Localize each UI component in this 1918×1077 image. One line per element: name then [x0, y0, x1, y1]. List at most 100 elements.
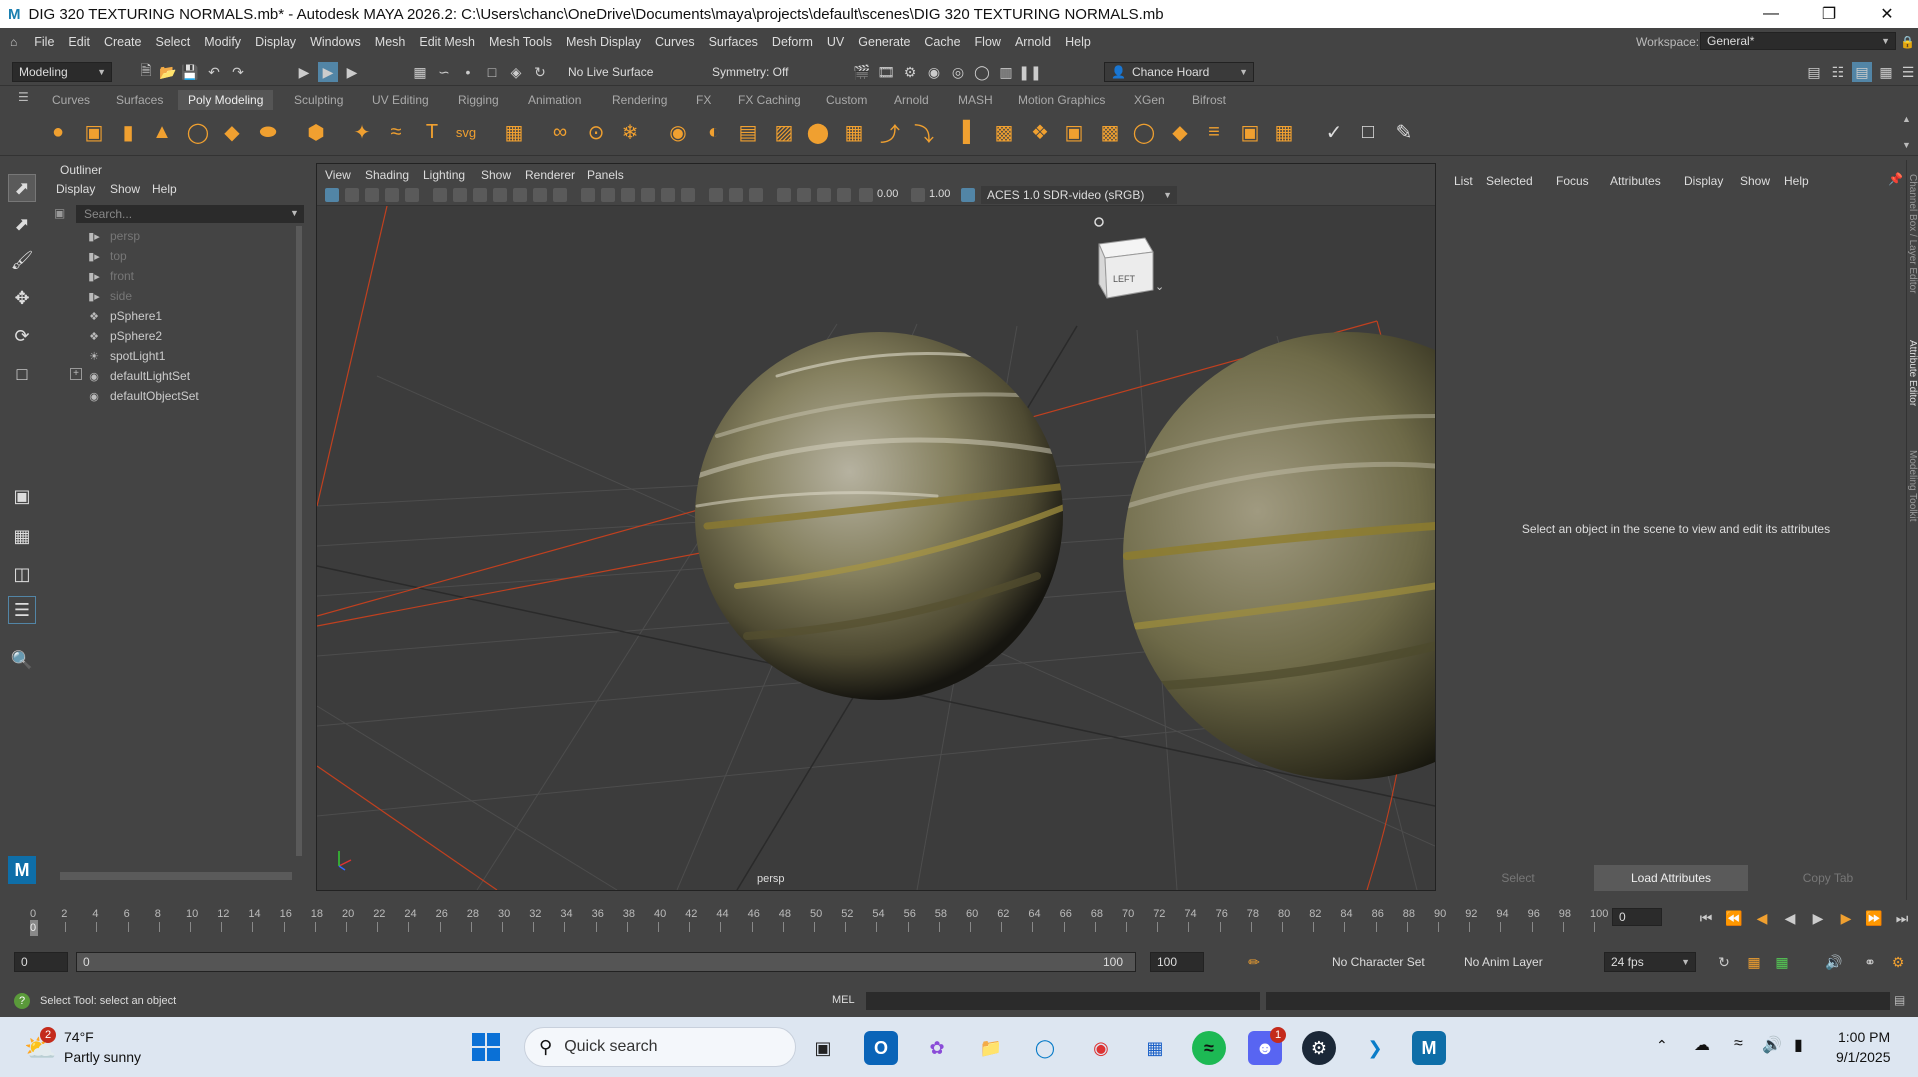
outliner-search-dropdown-icon[interactable]: ▼: [290, 208, 299, 218]
shelf-scroll-up-icon[interactable]: ▲: [1902, 114, 1911, 124]
xray-joints-icon[interactable]: [817, 188, 831, 202]
lock-icon[interactable]: 🔒: [1900, 35, 1915, 49]
menu-mesh-display[interactable]: Mesh Display: [559, 35, 648, 49]
poly-cylinder-icon[interactable]: ▮: [114, 118, 142, 146]
snap-point-icon[interactable]: •: [458, 62, 478, 82]
cache-playback-icon[interactable]: ▦: [1744, 952, 1764, 972]
menu-select[interactable]: Select: [148, 35, 197, 49]
exposure-icon[interactable]: [859, 188, 873, 202]
gamma-icon[interactable]: [911, 188, 925, 202]
outliner-item-spotlight1[interactable]: ☀ spotLight1: [86, 348, 165, 364]
viewport-menu-show[interactable]: Show: [481, 168, 511, 182]
snap-curve-icon[interactable]: ∽: [434, 62, 454, 82]
outliner-vertical-scrollbar[interactable]: [296, 226, 302, 856]
shelf-tab-poly-modeling[interactable]: Poly Modeling: [178, 90, 274, 110]
outliner-item-psphere1[interactable]: ❖ pSphere1: [86, 308, 162, 324]
outliner-layout-icon[interactable]: ☰: [8, 596, 36, 624]
play-backwards-icon[interactable]: ◀: [1780, 908, 1800, 928]
select-camera-icon[interactable]: [325, 188, 339, 202]
viewport-menu-renderer[interactable]: Renderer: [525, 168, 575, 182]
grease-pencil-icon[interactable]: [433, 188, 447, 202]
isolate-select-icon[interactable]: [777, 188, 791, 202]
fps-dropdown[interactable]: 24 fps ▼: [1604, 952, 1696, 972]
boolean-icon[interactable]: ◐: [700, 118, 728, 146]
wifi-icon[interactable]: ≈: [1734, 1035, 1743, 1053]
quadrangulate-icon[interactable]: ◆: [1166, 118, 1194, 146]
menu-help[interactable]: Help: [1058, 35, 1098, 49]
shelf-tab-arnold[interactable]: Arnold: [894, 90, 929, 110]
select-object-icon[interactable]: ▶: [318, 62, 338, 82]
shelf-edit-icon[interactable]: ✎: [1390, 118, 1418, 146]
snap-live-icon[interactable]: ◈: [506, 62, 526, 82]
playback-speed-icon[interactable]: ⚭: [1860, 952, 1880, 972]
view-cube[interactable]: LEFT ⌄: [1094, 217, 1164, 299]
copilot-icon[interactable]: ✿: [920, 1031, 954, 1065]
user-account-dropdown[interactable]: 👤 Chance Hoard ▼: [1104, 62, 1254, 82]
poly-disc-icon[interactable]: ⬬: [254, 118, 282, 146]
paint-select-icon[interactable]: 🖌: [8, 246, 36, 274]
outliner-item-psphere2[interactable]: ❖ pSphere2: [86, 328, 162, 344]
step-back-key-icon[interactable]: ⏪: [1724, 908, 1744, 928]
four-view-layout-icon[interactable]: ▦: [8, 522, 36, 550]
anim-layer-dropdown[interactable]: No Anim Layer: [1458, 952, 1578, 972]
multi-cut-icon[interactable]: ▦: [840, 118, 868, 146]
loop-icon[interactable]: ↻: [1714, 952, 1734, 972]
vscode-icon[interactable]: ❯: [1358, 1031, 1392, 1065]
go-to-start-icon[interactable]: ⏮: [1696, 908, 1716, 928]
shelf-tab-animation[interactable]: Animation: [528, 90, 581, 110]
viewport-panel[interactable]: View Shading Lighting Show Renderer Pane…: [316, 163, 1436, 891]
search-icon[interactable]: 🔍: [8, 646, 36, 674]
textured-icon[interactable]: [641, 188, 655, 202]
gate-mask-icon[interactable]: [513, 188, 527, 202]
scene-view[interactable]: LEFT ⌄ persp: [317, 206, 1435, 890]
psphere2[interactable]: [1123, 332, 1435, 780]
shelf-scroll-down-icon[interactable]: ▼: [1902, 140, 1911, 150]
fill-hole-icon[interactable]: ▣: [1060, 118, 1088, 146]
minimize-button[interactable]: —: [1748, 0, 1794, 28]
command-language-label[interactable]: MEL: [832, 994, 855, 1006]
viewport-menu-shading[interactable]: Shading: [365, 168, 409, 182]
outliner-item-defaultobjectset[interactable]: ◉ defaultObjectSet: [86, 388, 199, 404]
psphere1[interactable]: [695, 332, 1077, 700]
play-forwards-icon[interactable]: ▶: [1808, 908, 1828, 928]
super-shape-icon[interactable]: ✦: [348, 118, 376, 146]
shelf-tab-curves[interactable]: Curves: [52, 90, 90, 110]
menu-create[interactable]: Create: [97, 35, 149, 49]
menu-edit[interactable]: Edit: [61, 35, 97, 49]
xray-components-icon[interactable]: [837, 188, 851, 202]
viewport-menu-lighting[interactable]: Lighting: [423, 168, 465, 182]
image-plane-icon[interactable]: [385, 188, 399, 202]
ae-menu-list[interactable]: List: [1454, 174, 1473, 188]
shelf-menu-icon[interactable]: ☰: [18, 90, 29, 104]
safe-action-icon[interactable]: [553, 188, 567, 202]
viewport-menu-panels[interactable]: Panels: [587, 168, 624, 182]
ae-load-attributes-button[interactable]: Load Attributes: [1594, 865, 1748, 891]
svg-tool-icon[interactable]: svg: [452, 118, 480, 146]
spotify-icon[interactable]: ≈: [1192, 1031, 1226, 1065]
ae-menu-selected[interactable]: Selected: [1486, 174, 1533, 188]
platonic-solid-icon[interactable]: ⬢: [302, 118, 330, 146]
render-sequence-icon[interactable]: 🎞: [876, 62, 896, 82]
symmetry-dropdown[interactable]: Symmetry: Off: [706, 62, 806, 82]
animation-start-field[interactable]: 0: [14, 952, 68, 972]
expand-icon[interactable]: +: [70, 368, 82, 380]
two-pane-layout-icon[interactable]: ◫: [8, 560, 36, 588]
sidebar-layer-icon[interactable]: ☰: [1898, 62, 1918, 82]
maya-home-icon[interactable]: M: [8, 856, 36, 884]
command-input[interactable]: [866, 992, 1260, 1010]
offset-edge-loop-icon[interactable]: ▩: [990, 118, 1018, 146]
xray-icon[interactable]: [797, 188, 811, 202]
triangulate-icon[interactable]: ◯: [1130, 118, 1158, 146]
shadows-icon[interactable]: [681, 188, 695, 202]
two-d-pan-icon[interactable]: [405, 188, 419, 202]
outliner-menu-help[interactable]: Help: [152, 182, 177, 196]
auto-key-icon[interactable]: ✏: [1244, 952, 1264, 972]
reduce-icon[interactable]: ≡: [1200, 118, 1228, 146]
select-component-icon[interactable]: ▶: [342, 62, 362, 82]
side-tab-attribute-editor[interactable]: Attribute Editor: [1907, 340, 1918, 406]
go-to-end-icon[interactable]: ⏭: [1892, 908, 1912, 928]
live-surface-field[interactable]: No Live Surface: [562, 62, 662, 82]
extrude-icon[interactable]: ▤: [734, 118, 762, 146]
side-tab-channel-box[interactable]: Channel Box / Layer Editor: [1907, 174, 1918, 294]
outliner-search-input[interactable]: Search...: [76, 205, 304, 223]
